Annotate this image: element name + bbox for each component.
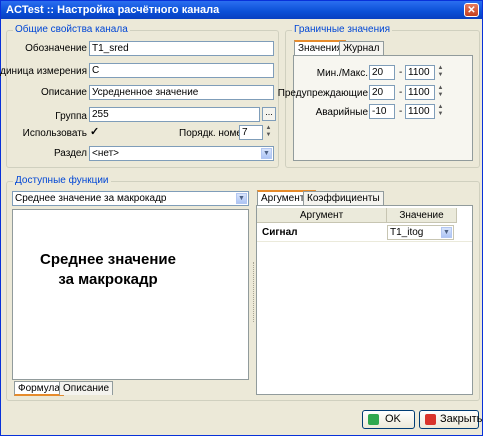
close-icon[interactable]: ✕: [464, 3, 479, 17]
minmax-max-field[interactable]: 1100: [405, 65, 435, 80]
minmax-min-field[interactable]: 20: [369, 65, 395, 80]
warning-min-field[interactable]: 20: [369, 85, 395, 100]
minmax-label: Мин./Макс.: [316, 68, 368, 79]
ok-button[interactable]: OK: [362, 410, 415, 429]
designation-label: Обозначение: [25, 43, 87, 54]
section-select-value: <нет>: [92, 148, 120, 159]
function-select[interactable]: Среднее значение за макрокадр ▼: [12, 191, 249, 206]
grid-cell-argument: Сигнал: [262, 227, 298, 238]
use-label: Использовать: [22, 128, 87, 139]
function-select-value: Среднее значение за макрокадр: [15, 193, 167, 204]
chevron-down-icon[interactable]: ▼: [441, 227, 452, 238]
order-label: Порядк. номер: [179, 128, 248, 139]
spin-up-icon[interactable]: ▲: [264, 125, 273, 132]
close-button[interactable]: Закрыть: [419, 410, 483, 429]
general-properties-legend: Общие свойства канала: [13, 24, 130, 35]
spin-up-icon[interactable]: ▲: [436, 104, 445, 111]
ok-button-label: OK: [385, 413, 401, 425]
spin-up-icon[interactable]: ▲: [436, 65, 445, 72]
tab-formula[interactable]: Формула: [14, 381, 64, 396]
function-preview: Среднее значение за макрокадр: [12, 209, 249, 380]
tab-journal[interactable]: Журнал: [339, 41, 384, 55]
grid-header-value: Значение: [387, 208, 457, 223]
designation-field[interactable]: T1_sred: [89, 41, 274, 56]
chevron-down-icon[interactable]: ▼: [236, 193, 247, 204]
functions-legend: Доступные функции: [13, 175, 111, 186]
grid-header-argument: Аргумент: [257, 208, 387, 223]
order-spinner[interactable]: ▲ ▼: [264, 125, 273, 140]
grid-cell-value: T1_itog: [390, 227, 424, 238]
alarm-dash: -: [399, 106, 403, 117]
alarm-min-field[interactable]: -10: [369, 104, 395, 119]
limits-legend: Граничные значения: [292, 24, 393, 35]
description-label: Описание: [40, 87, 87, 98]
unit-field[interactable]: С: [89, 63, 274, 78]
close-icon: [425, 414, 436, 425]
spin-down-icon[interactable]: ▼: [264, 132, 273, 139]
spin-down-icon[interactable]: ▼: [436, 111, 445, 118]
general-properties-group: Общие свойства канала Обозначение T1_sre…: [0, 24, 279, 168]
unit-label: Единица измерения: [0, 66, 87, 77]
limits-group: Граничные значения Значения Журнал Мин./…: [278, 24, 480, 168]
spin-down-icon[interactable]: ▼: [436, 72, 445, 79]
table-row[interactable]: Сигнал T1_itog ▼: [257, 224, 472, 242]
arguments-grid: Аргумент Значение Сигнал T1_itog ▼: [256, 205, 473, 395]
functions-group: Доступные функции Среднее значение за ма…: [6, 175, 480, 401]
group-field[interactable]: 255: [89, 107, 260, 122]
alarm-max-field[interactable]: 1100: [405, 104, 435, 119]
use-checkbox[interactable]: ✓: [90, 127, 101, 138]
section-label: Раздел: [53, 148, 87, 159]
order-field[interactable]: 7: [239, 125, 263, 140]
description-field[interactable]: Усредненное значение: [89, 85, 274, 100]
alarm-spinner[interactable]: ▲ ▼: [436, 104, 445, 119]
close-button-label: Закрыть: [440, 413, 483, 425]
spin-up-icon[interactable]: ▲: [436, 85, 445, 92]
ok-icon: [368, 414, 379, 425]
warning-max-field[interactable]: 1100: [405, 85, 435, 100]
warning-dash: -: [399, 87, 403, 98]
minmax-dash: -: [399, 67, 403, 78]
section-select[interactable]: <нет> ▼: [89, 146, 274, 161]
grid-cell-value-select[interactable]: T1_itog ▼: [387, 225, 454, 240]
alarm-label: Аварийные: [315, 107, 368, 118]
spin-down-icon[interactable]: ▼: [436, 92, 445, 99]
group-label: Группа: [55, 111, 87, 122]
window-title: ACTest :: Настройка расчётного канала: [6, 4, 220, 16]
tab-coefficients[interactable]: Коэффициенты: [303, 191, 384, 205]
title-bar: ACTest :: Настройка расчётного канала ✕: [1, 1, 482, 19]
function-preview-text: Среднее значение за макрокадр: [40, 251, 176, 288]
group-browse-button[interactable]: ...: [262, 107, 276, 121]
chevron-down-icon[interactable]: ▼: [261, 148, 272, 159]
dialog-window: ACTest :: Настройка расчётного канала ✕ …: [0, 0, 483, 436]
warning-spinner[interactable]: ▲ ▼: [436, 85, 445, 100]
tab-description[interactable]: Описание: [59, 381, 114, 395]
warning-label: Предупреждающие: [277, 88, 368, 99]
minmax-spinner[interactable]: ▲ ▼: [436, 65, 445, 80]
